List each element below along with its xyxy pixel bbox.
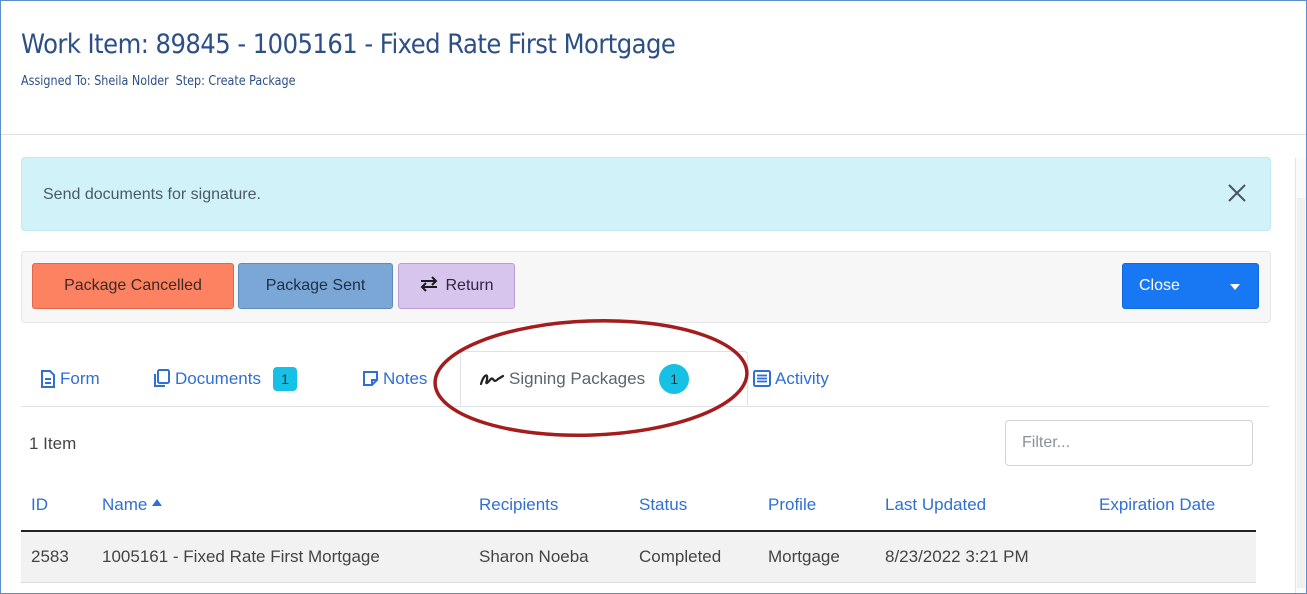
documents-count-badge: 1: [272, 366, 297, 391]
column-header-name[interactable]: Name: [102, 495, 163, 515]
cell-recipients: Sharon Noeba: [479, 547, 589, 566]
item-count: 1 Item: [29, 434, 77, 453]
page-title: Work Item: 89845 - 1005161 - Fixed Rate …: [21, 29, 676, 60]
return-button[interactable]: Return: [398, 263, 515, 309]
table-row[interactable]: 2583 1005161 - Fixed Rate First Mortgage…: [21, 532, 1256, 583]
tab-form[interactable]: Form: [40, 351, 100, 406]
work-item-subtitle: Assigned To: Sheila Nolder Step: Create P…: [21, 74, 646, 89]
tab-notes[interactable]: Notes: [362, 351, 427, 406]
work-item-window: Work Item: 89845 - 1005161 - Fixed Rate …: [0, 0, 1307, 594]
package-cancelled-button[interactable]: Package Cancelled: [32, 263, 234, 309]
sort-ascending-icon: [152, 499, 163, 506]
file-text-icon: [40, 369, 56, 388]
package-sent-label: Package Sent: [265, 277, 366, 294]
tab-signing-packages[interactable]: Signing Packages 1: [460, 351, 748, 406]
scrollbar-thumb[interactable]: [1297, 198, 1305, 588]
tab-notes-label: Notes: [383, 368, 428, 388]
close-button[interactable]: Close: [1122, 263, 1259, 309]
page-header: Work Item: 89845 - 1005161 - Fixed Rate …: [21, 29, 748, 89]
exchange-arrows-icon: [419, 275, 439, 297]
signing-packages-count-badge: 1: [659, 363, 690, 394]
info-alert: Send documents for signature.: [21, 157, 1271, 231]
cell-id: 2583: [31, 547, 69, 566]
tab-bar: Form Documents 1 Notes Signing Packages …: [21, 351, 1269, 407]
cell-status: Completed: [639, 547, 722, 566]
return-label: Return: [445, 277, 494, 294]
column-header-expiration-date[interactable]: Expiration Date: [1099, 495, 1215, 515]
list-alt-icon: [753, 370, 771, 387]
vertical-scrollbar[interactable]: [1295, 158, 1306, 593]
note-icon: [362, 370, 379, 387]
column-header-name-label: Name: [102, 495, 148, 514]
header-divider: [1, 134, 1306, 135]
cell-last-updated: 8/23/2022 3:21 PM: [885, 547, 1029, 566]
package-cancelled-label: Package Cancelled: [64, 277, 202, 294]
signing-packages-table: ID Name Recipients Status Profile Last U…: [21, 487, 1256, 583]
tab-signing-packages-label: Signing Packages: [509, 368, 646, 388]
alert-message: Send documents for signature.: [43, 186, 261, 203]
step-label: Step: Create Package: [175, 74, 296, 89]
tab-form-label: Form: [60, 368, 100, 388]
copy-icon: [153, 369, 171, 388]
tab-activity-label: Activity: [775, 368, 829, 388]
column-header-recipients[interactable]: Recipients: [479, 495, 558, 515]
package-sent-button[interactable]: Package Sent: [238, 263, 393, 309]
close-icon[interactable]: [1224, 180, 1250, 206]
cell-profile: Mortgage: [768, 547, 840, 566]
tab-documents[interactable]: Documents 1: [153, 351, 297, 406]
tab-activity[interactable]: Activity: [753, 351, 829, 406]
table-header: ID Name Recipients Status Profile Last U…: [21, 487, 1256, 532]
column-header-status[interactable]: Status: [639, 495, 687, 515]
column-header-last-updated[interactable]: Last Updated: [885, 495, 986, 515]
close-label: Close: [1139, 277, 1180, 294]
cell-name: 1005161 - Fixed Rate First Mortgage: [102, 547, 380, 566]
tab-documents-label: Documents: [175, 368, 261, 388]
column-header-profile[interactable]: Profile: [768, 495, 816, 515]
action-toolbar: Package Cancelled Package Sent Return Cl…: [21, 251, 1271, 323]
assigned-to-label: Assigned To: Sheila Nolder: [21, 74, 169, 89]
filter-input[interactable]: [1005, 420, 1253, 466]
column-header-id[interactable]: ID: [31, 495, 48, 515]
caret-down-icon[interactable]: [1230, 284, 1240, 290]
signature-icon: [479, 371, 505, 387]
